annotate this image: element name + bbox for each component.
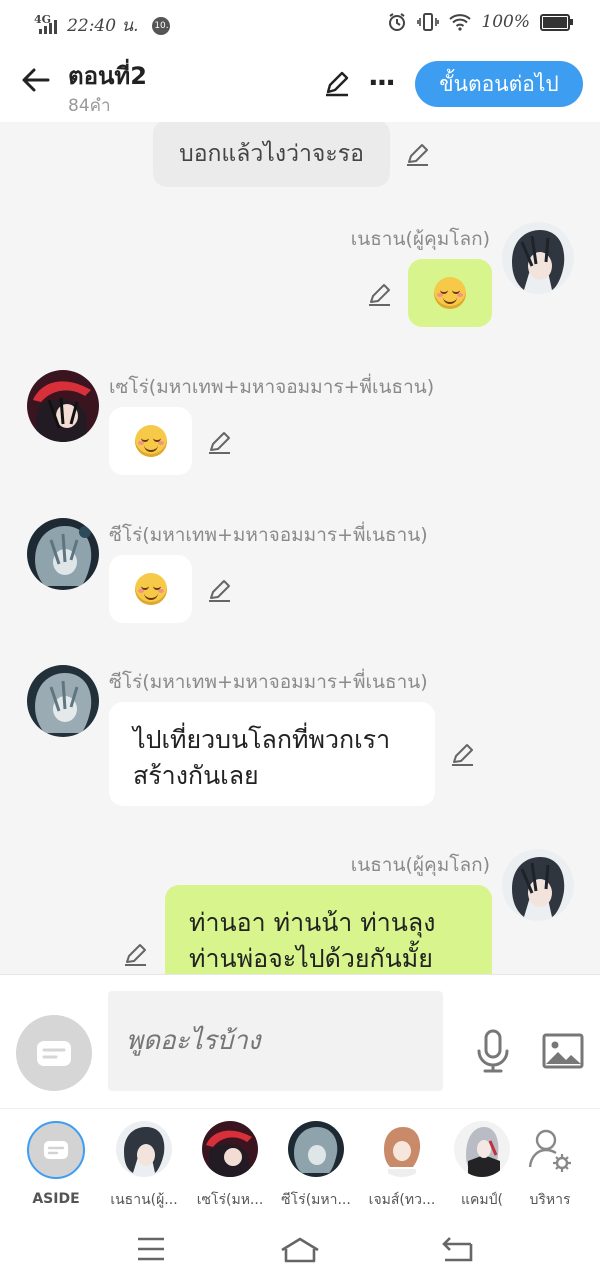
message-text-line: ไปเที่ยวบนโลกที่พวกเรา: [133, 725, 391, 754]
aside-toggle-button[interactable]: [16, 1015, 92, 1091]
character-james[interactable]: เจมส์(ทว...: [366, 1121, 438, 1211]
smile-emoji-icon: [134, 425, 167, 457]
smile-emoji-icon: [434, 277, 466, 309]
system-nav-bar: [0, 1212, 600, 1287]
edit-title-pencil-icon[interactable]: [322, 68, 352, 98]
composer: [0, 974, 600, 1109]
message-bubble[interactable]: [109, 407, 192, 475]
message-text-line: สร้างกันเลย: [133, 761, 259, 790]
signal-icon: [39, 18, 61, 34]
top-bar: ตอนที่2 84คำ ··· ขั้นตอนต่อไป: [0, 48, 600, 122]
status-bar: 4G 22:40 น. 10. 100%: [0, 0, 600, 48]
avatar[interactable]: [502, 849, 574, 921]
avatar: [374, 1121, 430, 1177]
edit-pencil-icon[interactable]: [404, 140, 432, 168]
sender-name: ซีโร่(มหาเทพ+มหาจอมมาร+พี่เนธาน): [109, 671, 428, 693]
character-label: แคมป์(: [461, 1192, 503, 1208]
notification-badge: 10.: [152, 16, 171, 35]
word-count: 84คำ: [68, 96, 111, 116]
image-icon[interactable]: [542, 1033, 584, 1069]
character-label: ASIDE: [32, 1191, 80, 1207]
character-zero-dark[interactable]: ซีโร่(มหา...: [280, 1121, 352, 1211]
message-text-line: ท่านพ่อจะไปด้วยกันมั้ย: [189, 944, 433, 973]
edit-pencil-icon[interactable]: [122, 940, 150, 968]
avatar: [288, 1121, 344, 1177]
edit-pencil-icon[interactable]: [449, 740, 477, 768]
sender-name: เนธาน(ผู้คุมโลก): [350, 228, 490, 250]
character-label: เนธาน(ผู้...: [110, 1192, 178, 1208]
sender-name: เนธาน(ผู้คุมโลก): [350, 854, 490, 876]
home-icon[interactable]: [280, 1236, 320, 1264]
manage-characters-button[interactable]: บริหาร: [514, 1121, 586, 1211]
message-bubble[interactable]: [109, 555, 192, 623]
avatar[interactable]: [27, 370, 99, 442]
more-options-button[interactable]: ···: [368, 66, 396, 99]
manage-user-icon: [522, 1121, 578, 1177]
narration-text: บอกแล้วไงว่าจะรอ: [179, 140, 364, 167]
aside-avatar: [27, 1121, 85, 1179]
sender-name: เซโร่(มหาเทพ+มหาจอมมาร+พี่เนธาน): [109, 376, 435, 398]
character-label: เซโร่(มห...: [196, 1192, 264, 1208]
menu-icon[interactable]: [136, 1236, 166, 1262]
character-label: บริหาร: [529, 1192, 571, 1208]
edit-pencil-icon[interactable]: [206, 576, 234, 604]
battery-percent: 100%: [481, 12, 530, 32]
character-selector: ASIDE เนธาน(ผู้... เซโร่(มห... ซีโร่(มหา…: [0, 1108, 600, 1213]
back-icon[interactable]: [440, 1236, 474, 1264]
character-zero-red[interactable]: เซโร่(มห...: [194, 1121, 266, 1211]
message-input[interactable]: [108, 991, 443, 1091]
alarm-icon: [389, 13, 406, 31]
avatar[interactable]: [27, 518, 99, 590]
narration-bubble[interactable]: บอกแล้วไงว่าจะรอ: [153, 122, 390, 187]
message-text-line: ท่านอา ท่านน้า ท่านลุง: [189, 908, 436, 937]
avatar[interactable]: [502, 222, 574, 294]
vibrate-icon: [417, 13, 440, 31]
back-arrow-icon[interactable]: [20, 64, 52, 96]
character-label: เจมส์(ทว...: [368, 1192, 436, 1208]
chat-area[interactable]: บอกแล้วไงว่าจะรอ เนธาน(ผู้คุมโลก) เซโร่(…: [0, 122, 600, 974]
edit-pencil-icon[interactable]: [366, 280, 394, 308]
chat-bubble-icon: [44, 1141, 68, 1159]
message-bubble[interactable]: ไปเที่ยวบนโลกที่พวกเรา สร้างกันเลย: [109, 702, 435, 806]
smile-emoji-icon: [134, 573, 167, 605]
character-nathan[interactable]: เนธาน(ผู้...: [108, 1121, 180, 1211]
character-camp[interactable]: แคมป์(: [446, 1121, 518, 1211]
chat-bubble-icon: [37, 1041, 71, 1066]
sender-name: ซีโร่(มหาเทพ+มหาจอมมาร+พี่เนธาน): [109, 524, 428, 546]
character-aside[interactable]: ASIDE: [20, 1121, 92, 1207]
next-step-button[interactable]: ขั้นตอนต่อไป: [415, 61, 583, 107]
message-bubble[interactable]: [408, 259, 492, 327]
page-title: ตอนที่2: [68, 62, 147, 90]
avatar[interactable]: [27, 665, 99, 737]
avatar: [116, 1121, 172, 1177]
edit-pencil-icon[interactable]: [206, 428, 234, 456]
avatar: [202, 1121, 258, 1177]
message-bubble[interactable]: ท่านอา ท่านน้า ท่านลุง ท่านพ่อจะไปด้วยกั…: [165, 885, 492, 974]
wifi-icon: [449, 14, 472, 31]
clock: 22:40 น.: [67, 16, 139, 36]
avatar: [454, 1121, 510, 1177]
character-label: ซีโร่(มหา...: [281, 1192, 351, 1208]
battery-icon: [540, 13, 573, 31]
microphone-icon[interactable]: [474, 1029, 512, 1073]
